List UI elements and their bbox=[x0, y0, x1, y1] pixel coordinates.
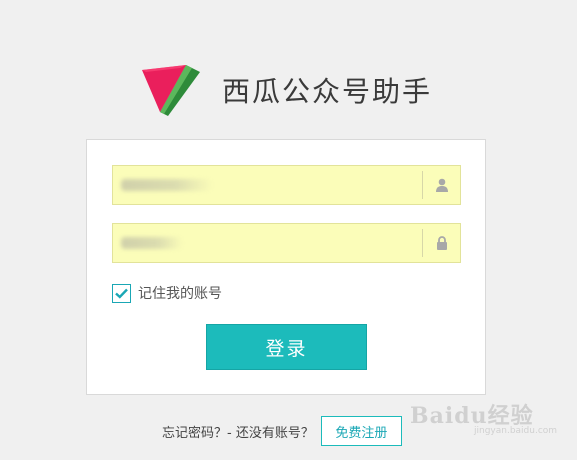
username-field[interactable] bbox=[112, 165, 461, 205]
user-icon bbox=[423, 166, 460, 204]
password-field[interactable] bbox=[112, 223, 461, 263]
watermark-subtext: jingyan.baidu.com bbox=[474, 426, 558, 436]
footer: 忘记密码？- 还没有账号？ 免费注册 bbox=[162, 416, 402, 446]
redacted-username bbox=[121, 179, 213, 191]
login-page: 西瓜公众号助手 记住我的账号 登录 忘记密码？- 还没有账号？ 免费注册 Bai… bbox=[0, 0, 577, 460]
forgot-password-link[interactable]: 忘记密码？- 还没有账号？ bbox=[162, 422, 314, 441]
app-header: 西瓜公众号助手 bbox=[140, 62, 432, 118]
login-card: 记住我的账号 登录 bbox=[86, 139, 486, 395]
baidu-watermark: Baidu经验 jingyan.baidu.com bbox=[410, 398, 557, 436]
register-button[interactable]: 免费注册 bbox=[320, 416, 402, 446]
watermelon-logo-icon bbox=[142, 65, 200, 116]
login-button[interactable]: 登录 bbox=[206, 324, 367, 370]
remember-me[interactable]: 记住我的账号 bbox=[112, 283, 222, 303]
redacted-password bbox=[121, 237, 183, 249]
remember-checkbox[interactable] bbox=[112, 283, 131, 303]
remember-label: 记住我的账号 bbox=[138, 286, 222, 302]
lock-icon bbox=[423, 224, 460, 262]
checkmark-icon bbox=[115, 288, 128, 299]
app-title: 西瓜公众号助手 bbox=[222, 75, 433, 108]
